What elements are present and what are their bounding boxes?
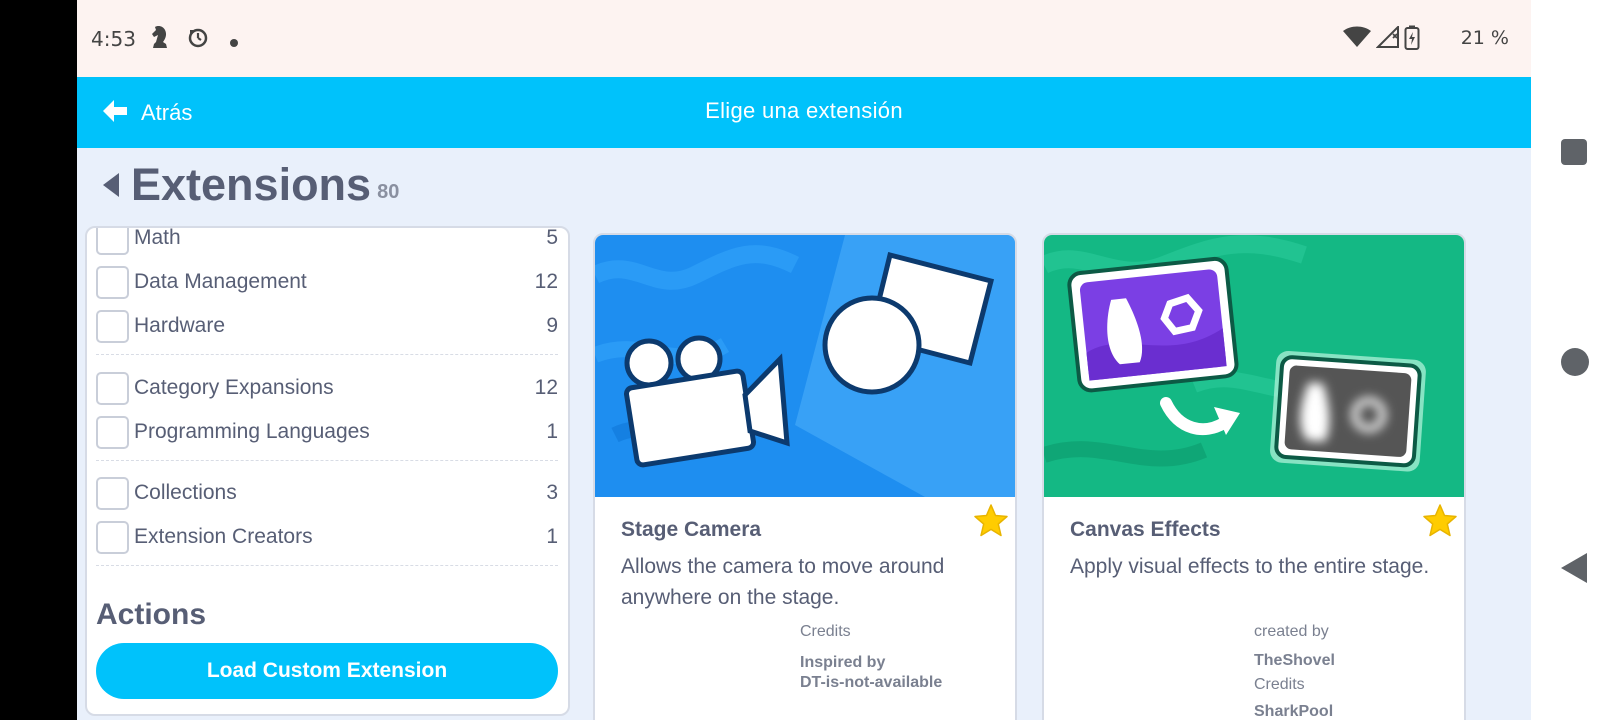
category-count: 1 (546, 525, 558, 548)
wifi-icon (1343, 26, 1371, 52)
favorite-star-icon[interactable] (973, 503, 1009, 539)
category-checkbox[interactable] (96, 309, 129, 343)
category-hardware[interactable]: Hardware 9 (96, 308, 558, 344)
category-count: 5 (546, 226, 558, 249)
device-frame: 4:53 21 % Atrás Elige una extensión Exte… (0, 0, 1612, 720)
category-sidebar: Math 5 Data Management 12 Hardware 9 Cat… (85, 226, 570, 716)
category-label: Category Expansions (134, 376, 334, 399)
credits-label: Credits (1254, 676, 1305, 693)
extensions-heading: Extensions (131, 159, 372, 210)
category-collections[interactable]: Collections 3 (96, 475, 558, 511)
category-label: Hardware (134, 314, 226, 337)
category-label: Programming Languages (134, 420, 370, 443)
category-checkbox[interactable] (96, 265, 129, 299)
extension-card-stage-camera[interactable]: Stage Camera Allows the camera to move a… (593, 233, 1017, 720)
divider (96, 460, 558, 461)
stage-camera-thumbnail (595, 235, 1015, 497)
load-custom-extension-button[interactable]: Load Custom Extension (96, 643, 558, 699)
category-checkbox[interactable] (96, 415, 129, 449)
category-count: 3 (546, 481, 558, 504)
extensions-count: 80 (377, 180, 400, 203)
battery-charging-icon (1404, 25, 1420, 55)
extensions-header: Extensions 80 (103, 159, 400, 210)
credits-label: Credits (800, 623, 851, 640)
battery-percent: 21 % (1460, 27, 1509, 49)
system-navigation-bar (1531, 0, 1612, 720)
credits-author-link[interactable]: SharkPool (1254, 702, 1333, 720)
category-label: Collections (134, 481, 237, 504)
category-extension-creators[interactable]: Extension Creators 1 (96, 519, 558, 555)
page-title: Elige una extensión (705, 98, 903, 123)
category-label: Data Management (134, 270, 307, 293)
recents-icon[interactable] (1561, 139, 1587, 165)
divider (96, 354, 558, 355)
creator-link[interactable]: TheShovel (1254, 651, 1335, 671)
app-screen: 4:53 21 % Atrás Elige una extensión Exte… (77, 0, 1531, 720)
category-count: 1 (546, 420, 558, 443)
divider (96, 565, 558, 566)
category-count: 12 (534, 376, 558, 399)
collapse-sidebar-icon[interactable] (103, 173, 119, 197)
category-count: 12 (534, 270, 558, 293)
credits-author-link[interactable]: DT-is-not-available (800, 673, 942, 693)
system-back-icon[interactable] (1561, 553, 1587, 583)
extension-description: Allows the camera to move around anywher… (621, 555, 945, 609)
favorite-star-icon[interactable] (1422, 503, 1458, 539)
actions-heading: Actions (96, 598, 207, 631)
extension-name: Canvas Effects (1070, 518, 1221, 541)
category-checkbox[interactable] (96, 520, 129, 554)
home-icon[interactable] (1561, 348, 1589, 376)
category-checkbox[interactable] (96, 371, 129, 405)
status-bar: 4:53 21 % (77, 0, 1531, 77)
category-programming-languages[interactable]: Programming Languages 1 (96, 414, 558, 450)
category-label: Math (134, 226, 181, 249)
category-data-management[interactable]: Data Management 12 (96, 264, 558, 300)
category-label: Extension Creators (134, 525, 313, 548)
app-header: Atrás Elige una extensión (77, 77, 1531, 148)
category-math[interactable]: Math 5 (96, 226, 558, 256)
extension-card-canvas-effects[interactable]: Canvas Effects Apply visual effects to t… (1042, 233, 1466, 720)
category-checkbox[interactable] (96, 476, 129, 510)
category-count: 9 (546, 314, 558, 337)
category-category-expansions[interactable]: Category Expansions 12 (96, 370, 558, 406)
extension-description: Apply visual effects to the entire stage… (1070, 555, 1430, 578)
canvas-effects-thumbnail (1044, 235, 1464, 497)
chess-knight-icon (149, 24, 171, 54)
dot-icon (229, 33, 239, 52)
category-checkbox[interactable] (96, 228, 129, 255)
created-by-label: created by (1254, 623, 1329, 640)
no-signal-icon (1375, 24, 1400, 52)
status-time: 4:53 (91, 27, 136, 51)
credits-value: Inspired by (800, 654, 886, 671)
sync-icon (186, 24, 210, 54)
extension-name: Stage Camera (621, 518, 762, 541)
